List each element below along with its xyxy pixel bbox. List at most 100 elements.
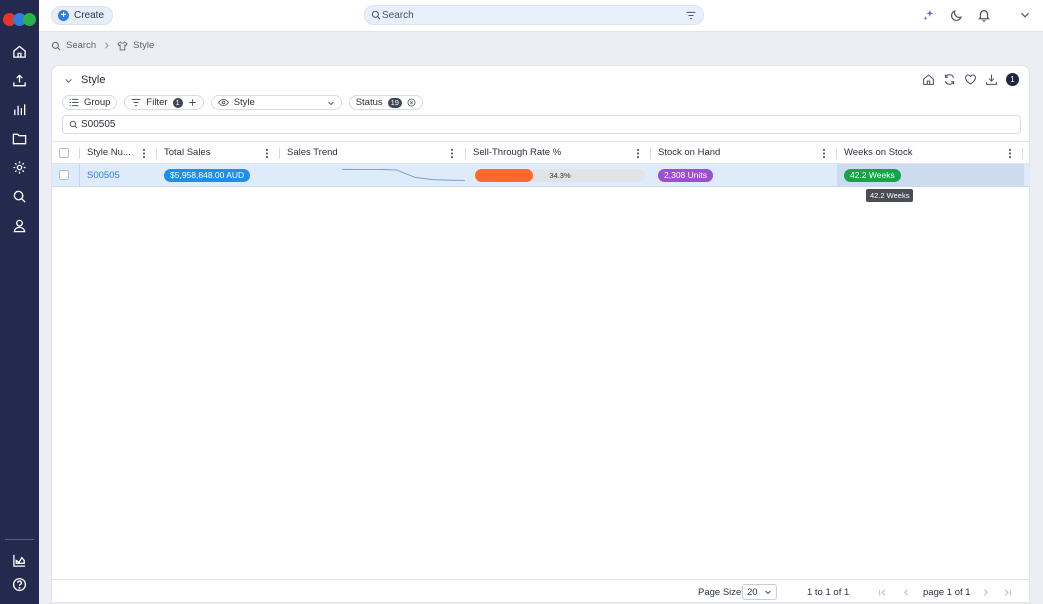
style-panel: Style 1 Group Filter 1 Style Status 19 S… <box>51 65 1030 603</box>
sell-through-cell: 34.3% <box>466 164 650 186</box>
column-header-label: Sell-Through Rate % <box>473 147 562 158</box>
list-icon <box>69 98 79 107</box>
column-header-label: Style Nu... <box>87 147 131 158</box>
row-select-checkbox[interactable] <box>59 170 69 180</box>
column-header-label: Stock on Hand <box>658 147 721 158</box>
column-menu-icon[interactable] <box>822 148 826 159</box>
breadcrumb-style[interactable]: Style <box>117 40 154 51</box>
eye-icon <box>217 99 229 106</box>
search-icon <box>51 41 61 50</box>
breadcrumb: Search Style <box>51 40 154 51</box>
table-row[interactable]: S00505 $5,958,848.00 AUD 34.3% 2,308 Uni… <box>52 164 1029 187</box>
search-icon <box>371 10 381 20</box>
column-menu-icon[interactable] <box>636 148 640 159</box>
search-icon[interactable] <box>10 187 29 206</box>
group-chip[interactable]: Group <box>62 95 118 110</box>
folder-icon[interactable] <box>10 129 29 148</box>
filter-lines-icon[interactable] <box>686 11 696 20</box>
column-header-sales-trend[interactable]: Sales Trend <box>280 142 460 163</box>
column-header-total-sales[interactable]: Total Sales <box>157 142 277 163</box>
home-icon[interactable] <box>10 42 29 61</box>
notifications-bell-icon[interactable] <box>977 8 991 22</box>
breadcrumb-search[interactable]: Search <box>51 40 96 51</box>
create-button-label: Create <box>74 10 105 21</box>
status-chip[interactable]: Status 19 <box>348 95 423 110</box>
view-select-label: Style <box>233 97 255 108</box>
download-icon[interactable] <box>985 73 998 86</box>
grid-search-box[interactable] <box>62 115 1021 134</box>
filter-count-badge: 1 <box>172 97 183 108</box>
total-sales-pill: $5,958,848.00 AUD <box>164 168 251 182</box>
column-menu-icon[interactable] <box>142 148 146 159</box>
status-count-badge: 19 <box>387 97 402 108</box>
global-search-box[interactable] <box>364 5 704 25</box>
app-logo[interactable] <box>3 12 37 27</box>
notification-count-badge[interactable]: 1 <box>1006 73 1019 86</box>
favorite-heart-icon[interactable] <box>964 73 977 86</box>
add-filter-plus-icon[interactable] <box>188 98 197 107</box>
home-icon[interactable] <box>922 73 935 86</box>
panel-actions: 1 <box>922 73 1019 86</box>
select-all-cell <box>59 142 79 163</box>
clear-circle-icon[interactable] <box>407 98 416 107</box>
pagination-bar: Page Size 20 1 to 1 of 1 page 1 of 1 <box>52 579 1029 602</box>
panel-title: Style <box>81 74 106 86</box>
row-range-label: 1 to 1 of 1 <box>807 587 850 598</box>
top-bar: + Create <box>39 0 1043 32</box>
first-page-icon[interactable] <box>878 588 887 597</box>
column-divider <box>1022 148 1023 159</box>
column-header-stock-on-hand[interactable]: Stock on Hand <box>651 142 831 163</box>
previous-page-icon[interactable] <box>902 588 911 597</box>
column-menu-icon[interactable] <box>450 148 454 159</box>
ai-sparkle-icon[interactable] <box>922 8 936 22</box>
panel-header[interactable]: Style <box>64 74 105 86</box>
stock-on-hand-pill: 2,308 Units <box>658 168 713 182</box>
weeks-on-stock-pill: 42.2 Weeks <box>844 168 901 182</box>
weeks-on-stock-cell[interactable]: 42.2 Weeks <box>837 164 1024 186</box>
select-all-checkbox[interactable] <box>59 147 69 158</box>
global-search-input[interactable] <box>382 8 672 22</box>
style-data-grid: Style Nu... Total Sales Sales Trend Sell… <box>52 141 1029 202</box>
page-size-select[interactable]: 20 <box>742 584 777 600</box>
filter-lines-icon <box>132 98 141 107</box>
user-profile-icon[interactable] <box>10 216 29 235</box>
view-select-chip[interactable]: Style <box>210 95 342 110</box>
rail-divider <box>5 539 34 540</box>
collapse-chevron-icon[interactable] <box>64 76 73 85</box>
column-header-weeks-on-stock[interactable]: Weeks on Stock <box>837 142 1017 163</box>
dark-mode-moon-icon[interactable] <box>950 8 964 22</box>
sales-trend-cell <box>280 164 465 186</box>
filter-chip[interactable]: Filter 1 <box>124 95 204 110</box>
column-menu-icon[interactable] <box>1008 148 1012 159</box>
column-menu-icon[interactable] <box>265 148 269 159</box>
logo-dot-green <box>23 13 36 26</box>
grid-search-input[interactable] <box>81 118 981 131</box>
page-indicator: page 1 of 1 <box>923 587 971 598</box>
left-navigation-rail <box>0 0 39 604</box>
report-chart-icon[interactable] <box>10 551 29 570</box>
group-chip-label: Group <box>84 97 111 108</box>
plus-icon: + <box>58 10 69 21</box>
chevron-down-icon <box>765 590 771 595</box>
total-sales-cell: $5,958,848.00 AUD <box>164 164 279 186</box>
chevron-down-icon[interactable] <box>1018 8 1032 22</box>
status-chip-label: Status <box>355 97 383 108</box>
column-header-sell-through-rate[interactable]: Sell-Through Rate % <box>466 142 646 163</box>
settings-gear-icon[interactable] <box>10 158 29 177</box>
upload-icon[interactable] <box>10 71 29 90</box>
refresh-icon[interactable] <box>943 73 956 86</box>
breadcrumb-search-label: Search <box>66 40 97 51</box>
page-size-value: 20 <box>747 586 758 598</box>
grid-header-row: Style Nu... Total Sales Sales Trend Sell… <box>52 141 1029 164</box>
help-icon[interactable] <box>10 575 29 594</box>
last-page-icon[interactable] <box>1003 588 1012 597</box>
filter-chips: Group Filter 1 Style Status 19 <box>62 95 423 110</box>
next-page-icon[interactable] <box>981 588 990 597</box>
column-header-label: Sales Trend <box>287 147 338 158</box>
create-button[interactable]: + Create <box>51 6 114 25</box>
weeks-on-stock-tooltip: 42.2 Weeks <box>866 189 914 202</box>
analytics-icon[interactable] <box>10 100 29 119</box>
breadcrumb-style-label: Style <box>133 40 155 51</box>
style-number-link[interactable]: S00505 <box>87 170 120 181</box>
sell-through-value: 34.3% <box>549 171 571 180</box>
